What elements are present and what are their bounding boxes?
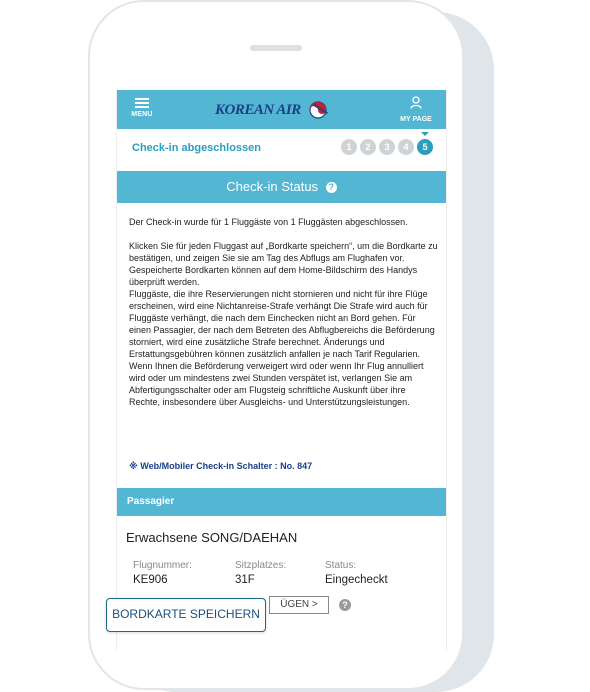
- status-paragraph-2: Klicken Sie für jeden Fluggast auf „Bord…: [129, 241, 438, 287]
- app-screen: MENU KOREAN AIR MY PAGE Check-in abgesch…: [116, 90, 447, 650]
- menu-button[interactable]: MENU: [127, 96, 157, 124]
- step-2: 2: [360, 139, 376, 155]
- status-paragraph-3: Fluggäste, die ihre Reservierungen nicht…: [129, 289, 435, 359]
- hamburger-icon: [135, 98, 149, 108]
- save-boarding-pass-button[interactable]: BORDKARTE SPEICHERN: [106, 598, 266, 632]
- step-3: 3: [379, 139, 395, 155]
- steps-title: Check-in abgeschlossen: [132, 142, 261, 154]
- progress-steps: Check-in abgeschlossen 1 2 3 4 5: [117, 129, 446, 168]
- seat-value: 31F: [235, 574, 255, 586]
- passenger-name: Erwachsene SONG/DAEHAN: [126, 530, 298, 545]
- korean-air-logo[interactable]: KOREAN AIR: [215, 100, 331, 120]
- help-icon[interactable]: ?: [325, 182, 337, 193]
- taegeuk-logo-icon: [309, 101, 328, 119]
- checkin-status-header: Check-in Status ?: [117, 171, 446, 203]
- flight-number-value: KE906: [133, 574, 168, 586]
- status-label: Status:: [325, 560, 357, 571]
- current-step-pointer-icon: [421, 132, 429, 136]
- help-icon[interactable]: ?: [339, 599, 351, 611]
- passenger-section-header: Passagier: [117, 488, 446, 516]
- add-to-wallet-button[interactable]: ÜGEN >: [269, 596, 329, 614]
- checkin-counter-info: ※ Web/Mobiler Check-in Schalter : No. 84…: [129, 461, 313, 471]
- menu-label: MENU: [131, 111, 153, 118]
- status-paragraph-1: Der Check-in wurde für 1 Fluggäste von 1…: [129, 217, 408, 227]
- my-page-label: MY PAGE: [400, 116, 432, 123]
- step-4: 4: [398, 139, 414, 155]
- user-icon: [410, 96, 422, 109]
- step-1: 1: [341, 139, 357, 155]
- top-navigation-bar: MENU KOREAN AIR MY PAGE: [117, 90, 446, 129]
- phone-speaker: [250, 45, 302, 51]
- checkin-status-title: Check-in Status: [226, 179, 319, 194]
- status-value: Eingecheckt: [325, 574, 388, 586]
- brand-name: KOREAN AIR: [215, 101, 301, 118]
- flight-number-label: Flugnummer:: [133, 560, 192, 571]
- seat-label: Sitzplatzes:: [235, 560, 287, 571]
- my-page-button[interactable]: MY PAGE: [396, 96, 436, 123]
- checkin-status-text: Der Check-in wurde für 1 Fluggäste von 1…: [129, 216, 438, 408]
- step-5-active: 5: [417, 139, 433, 155]
- status-paragraph-4: Wenn Ihnen die Beförderung verweigert wi…: [129, 361, 424, 407]
